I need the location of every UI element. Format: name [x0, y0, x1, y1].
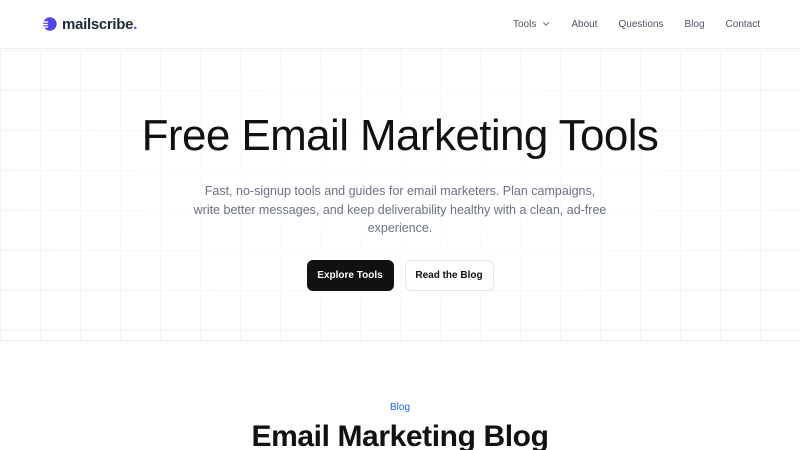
nav-item-contact[interactable]: Contact [726, 19, 760, 30]
brand-name: mailscribe. [62, 15, 138, 33]
blog-eyebrow: Blog [389, 402, 410, 413]
hero-title: Free Email Marketing Tools [141, 111, 659, 160]
nav-item-blog[interactable]: Blog [685, 19, 705, 30]
site-header: mailscribe. Tools About Questions Blog C… [0, 0, 800, 49]
main-nav: Tools About Questions Blog Contact [513, 19, 760, 30]
nav-item-tools[interactable]: Tools [513, 19, 550, 30]
hero-cta-row: Explore Tools Read the Blog [0, 260, 800, 291]
explore-tools-button[interactable]: Explore Tools [306, 260, 394, 291]
hero-section: Free Email Marketing Tools Fast, no-sign… [0, 50, 800, 341]
read-blog-button[interactable]: Read the Blog [404, 260, 494, 291]
brand-logo[interactable]: mailscribe. [40, 15, 137, 33]
nav-item-label: Tools [512, 18, 537, 30]
nav-item-questions[interactable]: Questions [618, 19, 663, 30]
nav-item-about[interactable]: About [571, 19, 597, 30]
blog-section-title: Email Marketing Blog [251, 420, 549, 450]
chevron-down-icon [543, 22, 550, 26]
mailscribe-logo-icon [40, 17, 57, 31]
hero-subtitle: Fast, no-signup tools and guides for ema… [193, 184, 607, 235]
